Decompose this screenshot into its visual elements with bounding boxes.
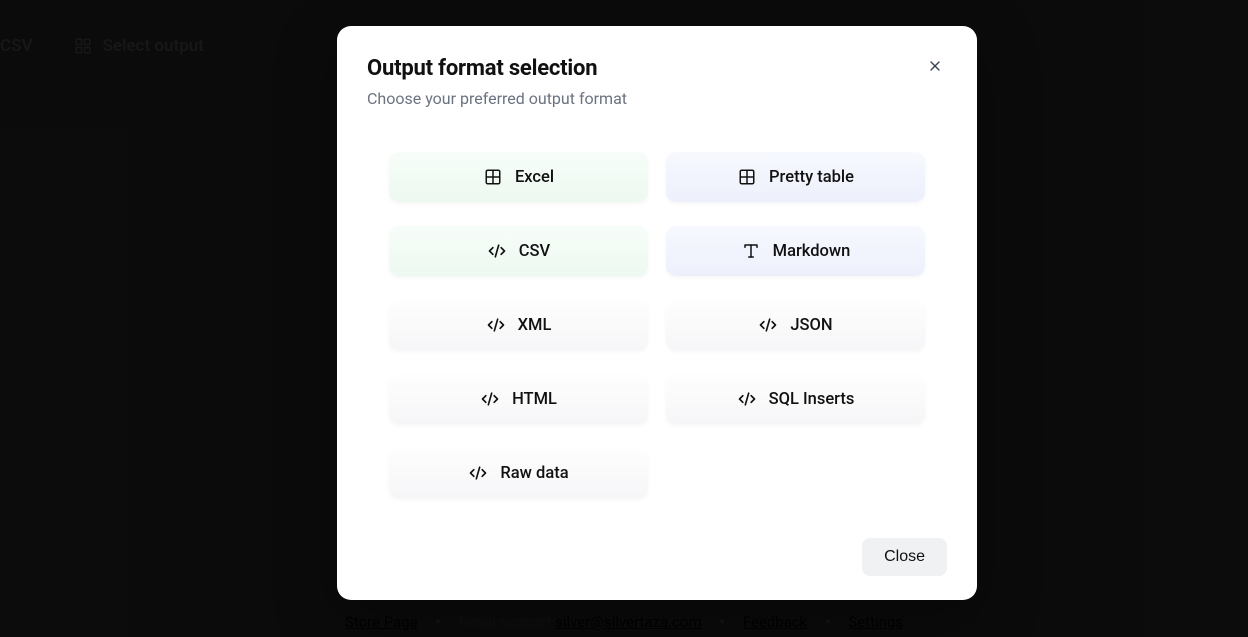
option-raw-data[interactable]: Raw data (389, 448, 648, 498)
code-icon (480, 389, 500, 409)
close-icon[interactable] (921, 52, 949, 80)
type-icon (741, 241, 761, 261)
option-label: JSON (790, 316, 832, 335)
option-label: XML (518, 316, 552, 335)
option-label: SQL Inserts (769, 390, 855, 409)
option-json[interactable]: JSON (666, 300, 925, 350)
grid-icon (737, 167, 757, 187)
option-label: Pretty table (769, 168, 854, 187)
code-icon (737, 389, 757, 409)
option-label: Excel (515, 168, 554, 187)
code-icon (758, 315, 778, 335)
code-icon (468, 463, 488, 483)
option-xml[interactable]: XML (389, 300, 648, 350)
option-pretty-table[interactable]: Pretty table (666, 152, 925, 202)
option-excel[interactable]: Excel (389, 152, 648, 202)
option-sql-inserts[interactable]: SQL Inserts (666, 374, 925, 424)
modal-title: Output format selection (367, 56, 947, 81)
option-label: CSV (519, 242, 550, 261)
option-label: Raw data (500, 464, 568, 483)
option-html[interactable]: HTML (389, 374, 648, 424)
close-button[interactable]: Close (862, 538, 947, 576)
option-label: Markdown (773, 242, 851, 261)
modal-header: Output format selection Choose your pref… (367, 56, 947, 108)
option-label: HTML (512, 390, 557, 409)
modal-footer: Close (367, 538, 947, 576)
grid-icon (483, 167, 503, 187)
option-markdown[interactable]: Markdown (666, 226, 925, 276)
code-icon (487, 241, 507, 261)
code-icon (486, 315, 506, 335)
modal-subtitle: Choose your preferred output format (367, 89, 947, 108)
options-grid: Excel Pretty table CSV Markdown XML JSON HTML S… (367, 152, 947, 498)
output-format-modal: Output format selection Choose your pref… (337, 26, 977, 600)
option-csv[interactable]: CSV (389, 226, 648, 276)
